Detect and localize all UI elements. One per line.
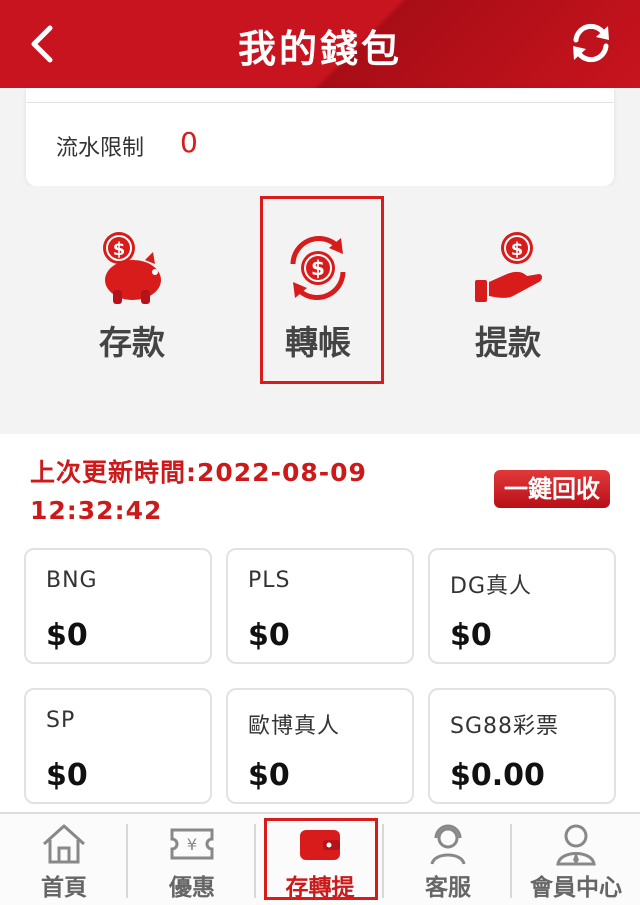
piggy-bank-icon: $ <box>103 232 161 304</box>
home-icon <box>42 824 86 864</box>
withdraw-button[interactable]: $ 提款 <box>438 186 578 386</box>
tab-customer-service[interactable]: 客服 <box>384 814 512 905</box>
wallet-tab-highlight-box <box>264 818 378 900</box>
user-icon <box>556 824 596 866</box>
hand-coin-icon: $ <box>475 232 542 302</box>
game-balance: $0.00 <box>450 758 545 793</box>
app-header: 我的錢包 <box>0 0 640 88</box>
tab-home[interactable]: 首頁 <box>0 814 128 905</box>
game-name: 歐博真人 <box>248 714 341 739</box>
one-click-recycle-button[interactable]: 一鍵回收 <box>494 470 610 508</box>
game-card-pls[interactable]: PLS $0 <box>226 548 414 664</box>
game-name: PLS <box>248 568 291 593</box>
game-balance: $0 <box>46 758 88 793</box>
tab-label: 優惠 <box>169 875 215 901</box>
transfer-highlight-box <box>260 196 384 384</box>
game-name: SP <box>46 708 76 733</box>
tab-label: 客服 <box>425 875 471 901</box>
tab-member-center[interactable]: 會員中心 <box>512 814 640 905</box>
game-card-allbet[interactable]: 歐博真人 $0 <box>226 688 414 804</box>
svg-text:$: $ <box>113 239 126 260</box>
tab-promotions[interactable]: ¥ 優惠 <box>128 814 256 905</box>
game-balance: $0 <box>46 618 88 653</box>
divider <box>26 102 614 103</box>
tab-label: 會員中心 <box>530 875 622 901</box>
game-balances-panel: 上次更新時間:2022-08-09 12:32:42 一鍵回收 BNG $0 P… <box>0 434 640 814</box>
game-card-sp[interactable]: SP $0 <box>24 688 212 804</box>
game-balance: $0 <box>248 618 290 653</box>
deposit-label: 存款 <box>99 323 165 362</box>
game-card-bng[interactable]: BNG $0 <box>24 548 212 664</box>
svg-text:¥: ¥ <box>187 835 197 854</box>
refresh-icon[interactable] <box>568 20 614 66</box>
page-title: 我的錢包 <box>237 27 402 71</box>
withdraw-label: 提款 <box>475 323 541 362</box>
game-name: DG真人 <box>450 574 532 599</box>
game-card-dg[interactable]: DG真人 $0 <box>428 548 616 664</box>
game-name: SG88彩票 <box>450 714 560 739</box>
last-update-time: 上次更新時間:2022-08-09 12:32:42 <box>30 458 367 525</box>
game-name: BNG <box>46 568 98 593</box>
ticket-icon: ¥ <box>170 828 214 860</box>
wallet-summary-card: 流水限制 0 <box>26 88 614 186</box>
game-card-sg88[interactable]: SG88彩票 $0.00 <box>428 688 616 804</box>
game-balance: $0 <box>248 758 290 793</box>
headset-icon <box>430 824 466 865</box>
deposit-button[interactable]: $ 存款 <box>62 186 202 386</box>
svg-text:$: $ <box>511 239 524 260</box>
game-balance: $0 <box>450 618 492 653</box>
rollover-label: 流水限制 <box>56 136 145 161</box>
rollover-value: 0 <box>180 126 198 159</box>
tab-label: 首頁 <box>41 875 87 901</box>
